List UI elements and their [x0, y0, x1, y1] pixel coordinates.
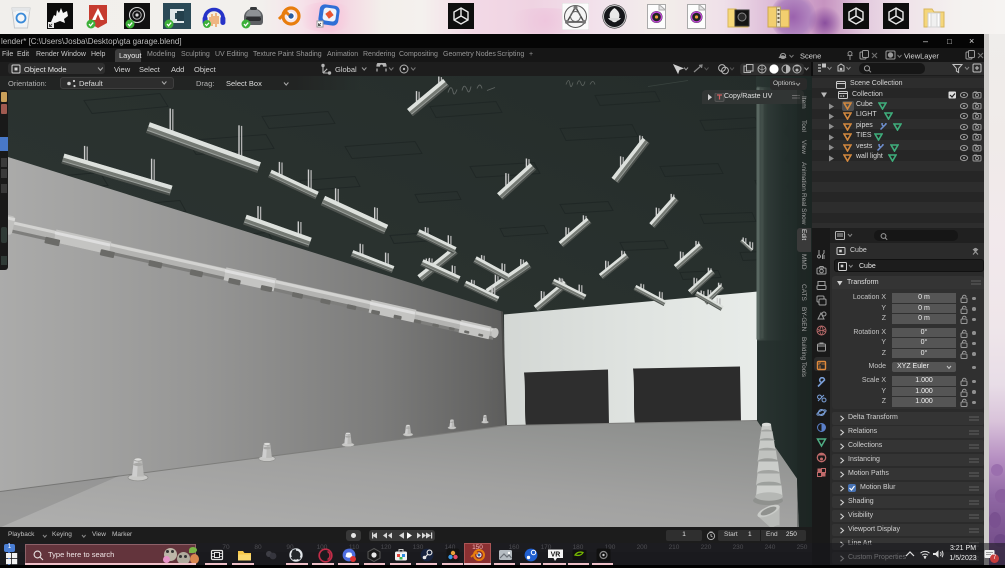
svg-text:Scene: Scene — [800, 51, 821, 60]
svg-text:Global: Global — [335, 65, 357, 74]
svg-text:VR: VR — [551, 551, 561, 558]
svg-text:ViewLayer: ViewLayer — [904, 51, 939, 60]
